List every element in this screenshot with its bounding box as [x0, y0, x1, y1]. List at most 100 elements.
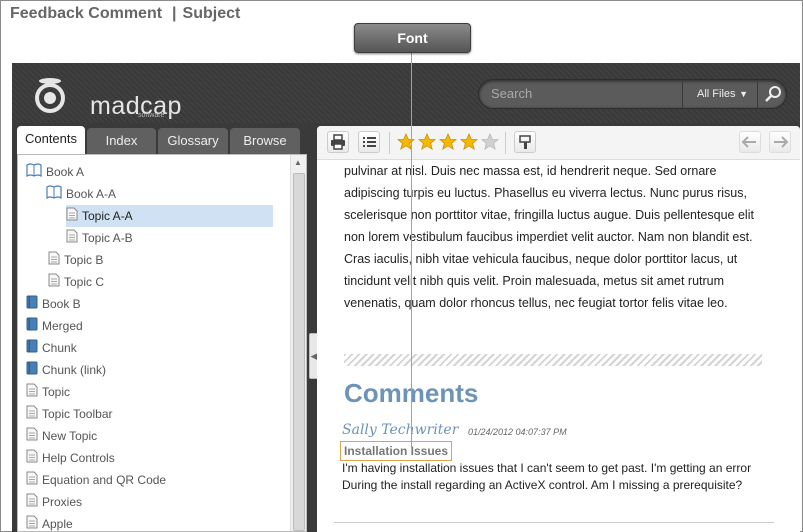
page-icon	[66, 206, 78, 228]
topic-body-text: pulvinar at nisl. Duis nec massa est, id…	[344, 164, 754, 310]
print-button[interactable]	[327, 131, 349, 153]
page-icon	[26, 514, 38, 531]
toc-item-label: Topic B	[64, 253, 104, 267]
toc-item-label: Merged	[42, 319, 83, 333]
logo-subtitle: software	[138, 112, 165, 119]
toc-item-label: Chunk (link)	[42, 363, 107, 377]
header-bar: madcap software Search All Files ▼	[12, 63, 800, 123]
star-filled-icon[interactable]	[439, 133, 457, 151]
book-open-icon	[26, 162, 42, 184]
toc-item[interactable]: New Topic	[26, 425, 97, 447]
toc-item-label: New Topic	[42, 429, 98, 443]
toc-scrollbar-thumb[interactable]	[293, 173, 305, 531]
callout-label: Font	[354, 23, 471, 53]
chevron-down-icon: ▼	[739, 89, 748, 99]
search-filter-dropdown[interactable]: All Files ▼	[682, 80, 756, 108]
toc-item[interactable]: Topic Toolbar	[26, 403, 113, 425]
toc-item-label: Topic A-B	[82, 231, 133, 245]
comment-subject: Installation Issues	[340, 441, 453, 461]
list-icon	[363, 137, 376, 147]
toc-item[interactable]: Help Controls	[26, 447, 115, 469]
toc-item[interactable]: Topic B	[48, 249, 103, 271]
book-open-icon	[46, 184, 62, 206]
toc-item[interactable]: Book A	[26, 161, 84, 183]
toc-item[interactable]: Chunk (link)	[26, 359, 106, 381]
toolbar-divider	[389, 132, 390, 154]
toc-item[interactable]: Apple	[26, 513, 73, 531]
doc-title-part2: Subject	[182, 5, 241, 22]
doc-title: Feedback Comment | Subject	[10, 5, 240, 23]
comment-author: Sally Techwriter	[342, 422, 459, 438]
callout-leader-line	[411, 53, 412, 448]
star-filled-icon[interactable]	[460, 133, 478, 151]
tab-contents[interactable]: Contents	[17, 126, 85, 154]
toc-tree: Book A Book A-A Topic A-A Topic A-B Topic B T…	[18, 155, 290, 531]
page-icon	[26, 426, 38, 448]
comment-date: 01/24/2012 04:07:37 PM	[468, 427, 567, 437]
toggle-toc-button[interactable]	[358, 131, 380, 153]
star-filled-icon[interactable]	[418, 133, 436, 151]
page-icon	[48, 250, 60, 272]
madcap-logo-icon	[35, 78, 65, 113]
page-icon	[26, 470, 38, 492]
toc-item[interactable]: Chunk	[26, 337, 77, 359]
search-bar: Search All Files ▼	[478, 79, 787, 109]
highlighter-icon	[519, 135, 531, 149]
book-closed-icon	[26, 360, 38, 382]
page-icon	[26, 382, 38, 404]
toc-item-label: Topic	[42, 385, 71, 399]
tab-browse[interactable]: Browse	[230, 128, 300, 154]
section-divider	[344, 354, 762, 366]
search-input[interactable]: Search	[491, 86, 676, 104]
toc-item[interactable]: Equation and QR Code	[26, 469, 166, 491]
toc-item-label: Book A	[46, 165, 85, 179]
toc-scrollbar[interactable]: ▲	[290, 155, 306, 531]
tab-glossary[interactable]: Glossary	[158, 128, 228, 154]
logo-wordmark: madcap	[90, 92, 182, 120]
toc-item[interactable]: Topic A-B	[66, 227, 133, 249]
back-button[interactable]	[739, 131, 761, 153]
toc-item-label: Book A-A	[66, 187, 117, 201]
page-icon	[26, 492, 38, 514]
toc-item[interactable]: Merged	[26, 315, 83, 337]
page-icon	[26, 448, 38, 470]
comment-body: I'm having installation issues that I ca…	[342, 461, 752, 492]
content-scrollbar[interactable]	[777, 160, 792, 532]
scroll-up-icon[interactable]: ▲	[294, 158, 302, 167]
help-viewer: madcap software Search All Files ▼ Conte…	[12, 63, 800, 532]
page-icon	[66, 228, 78, 250]
toc-item[interactable]: Book B	[26, 293, 81, 315]
book-closed-icon	[26, 316, 38, 338]
madcap-logo: madcap software	[30, 75, 181, 120]
forward-button[interactable]	[769, 131, 791, 153]
toc-item-label: Topic C	[64, 275, 105, 289]
toolbar-divider	[505, 132, 506, 154]
toc-item[interactable]: Topic A-A	[66, 205, 273, 227]
toc-item[interactable]: Topic C	[48, 271, 104, 293]
toc-item[interactable]: Topic	[26, 381, 70, 403]
page-icon	[48, 272, 60, 294]
toc-item-label: Proxies	[42, 495, 83, 509]
toc-item-label: Book B	[42, 297, 81, 311]
book-closed-icon	[26, 338, 38, 360]
content-horizontal-scrollbar[interactable]	[334, 522, 774, 532]
toc-item-label: Equation and QR Code	[42, 473, 167, 487]
topic-panel: pulvinar at nisl. Duis nec massa est, id…	[317, 126, 800, 532]
star-filled-icon[interactable]	[397, 133, 415, 151]
doc-title-part1: Feedback Comment	[10, 5, 163, 22]
search-button[interactable]	[757, 80, 787, 108]
toc-item[interactable]: Proxies	[26, 491, 82, 513]
toc-item-label: Chunk	[42, 341, 77, 355]
toc-panel: Book A Book A-A Topic A-A Topic A-B Topic B T…	[17, 154, 307, 532]
tab-index[interactable]: Index	[87, 128, 156, 154]
toc-item[interactable]: Book A-A	[46, 183, 116, 205]
page-icon	[26, 404, 38, 426]
highlight-button[interactable]	[514, 131, 536, 153]
star-empty-icon[interactable]	[481, 133, 499, 151]
topic-toolbar	[317, 126, 800, 160]
arrow-forward-icon	[774, 136, 789, 148]
topic-content: pulvinar at nisl. Duis nec massa est, id…	[334, 160, 774, 532]
arrow-back-icon	[741, 136, 756, 148]
toc-item-label: Topic A-A	[82, 209, 133, 223]
toc-item-label: Help Controls	[42, 451, 115, 465]
